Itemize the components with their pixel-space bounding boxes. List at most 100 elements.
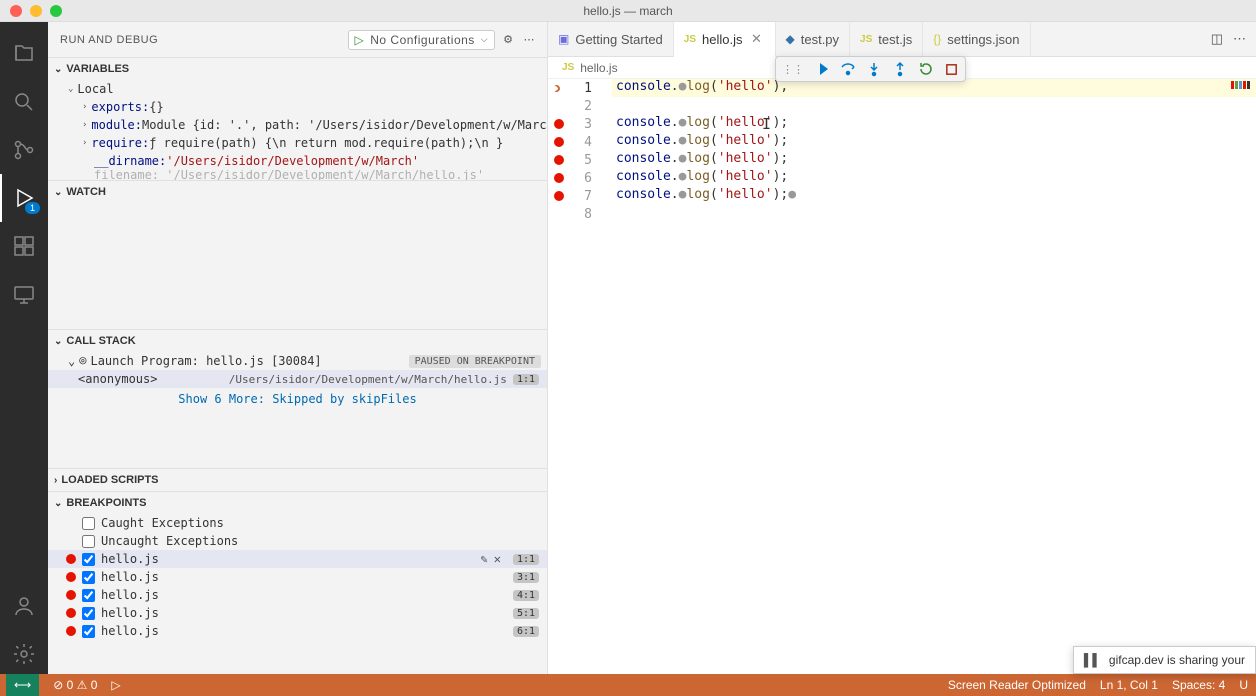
checkbox[interactable] (82, 553, 95, 566)
screen-reader-status[interactable]: Screen Reader Optimized (948, 678, 1086, 692)
screen-share-toast[interactable]: ▌▌ gifcap.dev is sharing your (1073, 646, 1256, 674)
step-over-button[interactable] (840, 61, 856, 77)
line-number[interactable]: 6 (548, 169, 612, 187)
continue-button[interactable] (814, 61, 830, 77)
more-icon[interactable]: ⋯ (524, 33, 536, 46)
checkbox[interactable] (82, 607, 95, 620)
split-editor-icon[interactable]: ◫ (1211, 31, 1223, 47)
gear-icon[interactable]: ⚙ (503, 33, 513, 46)
pause-icon: ▌▌ (1084, 653, 1101, 667)
callstack-section-header[interactable]: ⌄ CALL STACK (48, 330, 547, 352)
breakpoint-caught-exceptions[interactable]: Caught Exceptions (48, 514, 547, 532)
checkbox[interactable] (82, 625, 95, 638)
close-icon[interactable]: ✕ (494, 552, 501, 566)
variables-scope-local[interactable]: ⌄ Local (48, 80, 547, 98)
code-line[interactable]: console.●log('hello'); (612, 133, 1256, 151)
variable-row[interactable]: › require: ƒ require(path) {\n return mo… (48, 134, 547, 152)
breakpoints-section-header[interactable]: ⌄ BREAKPOINTS (48, 492, 547, 514)
indentation-status[interactable]: Spaces: 4 (1172, 678, 1225, 692)
search-icon[interactable] (0, 78, 48, 126)
tab-hello-js[interactable]: JS hello.js ✕ (674, 22, 776, 57)
variables-section-header[interactable]: ⌄ VARIABLES (48, 58, 547, 80)
remote-icon[interactable] (0, 270, 48, 318)
variable-row[interactable]: › exports: {} (48, 98, 547, 116)
variable-row[interactable]: filename: '/Users/isidor/Development/w/M… (48, 170, 547, 180)
traffic-lights (0, 5, 62, 17)
step-out-button[interactable] (892, 61, 908, 77)
tab-test-py[interactable]: ◆ test.py (776, 22, 851, 57)
line-number[interactable]: 8 (548, 205, 612, 223)
more-icon[interactable]: ⋯ (1233, 31, 1246, 47)
close-window-button[interactable] (10, 5, 22, 17)
accounts-icon[interactable] (0, 582, 48, 630)
breakpoint-row[interactable]: hello.js 4:1 (48, 586, 547, 604)
code-line[interactable]: console.●log('hello'); (612, 169, 1256, 187)
code-line[interactable]: console.●log('hello'); (612, 151, 1256, 169)
stop-button[interactable] (944, 62, 959, 77)
js-file-icon: JS (860, 34, 872, 45)
extensions-icon[interactable] (0, 222, 48, 270)
chevron-right-icon: › (82, 120, 87, 130)
breakpoint-row[interactable]: hello.js 6:1 (48, 622, 547, 640)
line-number[interactable]: 2 (548, 97, 612, 115)
line-number[interactable]: 4 (548, 133, 612, 151)
tab-settings-json[interactable]: {} settings.json (923, 22, 1030, 57)
breakpoint-dot-icon[interactable] (554, 137, 564, 147)
sidebar-header: RUN AND DEBUG ▷ No Configurations ⌵ ⚙ ⋯ (48, 22, 547, 57)
breakpoint-row[interactable]: hello.js 3:1 (48, 568, 547, 586)
variable-row[interactable]: › module: Module {id: '.', path: '/Users… (48, 116, 547, 134)
debug-start-icon[interactable]: ▷ (111, 678, 120, 692)
restart-button[interactable] (918, 61, 934, 77)
breakpoint-dot-icon[interactable] (554, 155, 564, 165)
explorer-icon[interactable] (0, 30, 48, 78)
watch-section-header[interactable]: ⌄ WATCH (48, 181, 547, 203)
breakpoint-dot-icon (66, 590, 76, 600)
minimize-window-button[interactable] (30, 5, 42, 17)
loaded-scripts-section-header[interactable]: › LOADED SCRIPTS (48, 469, 547, 491)
checkbox[interactable] (82, 571, 95, 584)
breakpoint-row[interactable]: hello.js 5:1 (48, 604, 547, 622)
remote-indicator[interactable]: ⟷ (6, 674, 39, 696)
checkbox[interactable] (82, 535, 95, 548)
close-tab-icon[interactable]: ✕ (749, 31, 765, 47)
cursor-position[interactable]: Ln 1, Col 1 (1100, 678, 1158, 692)
code-line[interactable] (612, 205, 1256, 223)
encoding-status[interactable]: U (1239, 678, 1248, 692)
code-line[interactable]: console.●log('hello');● (612, 187, 1256, 205)
chevron-down-icon: ⌄ (68, 354, 75, 368)
checkbox[interactable] (82, 589, 95, 602)
breakpoint-row[interactable]: hello.js ✎ ✕ 1:1 (48, 550, 547, 568)
line-number[interactable]: 5 (548, 151, 612, 169)
breakpoint-dot-icon[interactable] (554, 119, 564, 129)
settings-gear-icon[interactable] (0, 630, 48, 678)
debug-toolbar[interactable]: ⋮⋮ (775, 56, 966, 82)
code-editor[interactable]: 12345678 console.●log('hello'),console.●… (548, 79, 1256, 678)
errors-warnings[interactable]: ⊘ 0 ⚠ 0 (53, 678, 97, 692)
tab-test-js[interactable]: JS test.js (850, 22, 923, 57)
edit-icon[interactable]: ✎ (480, 552, 487, 566)
chevron-right-icon: › (54, 475, 57, 486)
step-into-button[interactable] (866, 61, 882, 77)
source-control-icon[interactable] (0, 126, 48, 174)
line-number[interactable]: 1 (548, 79, 612, 97)
show-more-frames[interactable]: Show 6 More: Skipped by skipFiles (48, 388, 547, 410)
grip-icon[interactable]: ⋮⋮ (782, 63, 804, 76)
titlebar: hello.js — march (0, 0, 1256, 22)
breakpoint-uncaught-exceptions[interactable]: Uncaught Exceptions (48, 532, 547, 550)
breakpoint-dot-icon[interactable] (554, 173, 564, 183)
code-line[interactable] (612, 97, 1256, 115)
debug-config-select[interactable]: ▷ No Configurations ⌵ (348, 30, 496, 50)
breakpoint-dot-icon[interactable] (554, 191, 564, 201)
line-number[interactable]: 3 (548, 115, 612, 133)
variable-row[interactable]: __dirname: '/Users/isidor/Development/w/… (48, 152, 547, 170)
breakpoint-dot-icon (66, 608, 76, 618)
maximize-window-button[interactable] (50, 5, 62, 17)
minimap[interactable] (1176, 79, 1256, 99)
checkbox[interactable] (82, 517, 95, 530)
stack-frame[interactable]: <anonymous> /Users/isidor/Development/w/… (48, 370, 547, 388)
tab-getting-started[interactable]: ▣ Getting Started (548, 22, 674, 57)
run-debug-icon[interactable]: 1 (0, 174, 48, 222)
callstack-thread[interactable]: ⌄ ⌾ Launch Program: hello.js [30084] PAU… (48, 352, 547, 370)
code-line[interactable]: console.●log('hello'); (612, 115, 1256, 133)
line-number[interactable]: 7 (548, 187, 612, 205)
